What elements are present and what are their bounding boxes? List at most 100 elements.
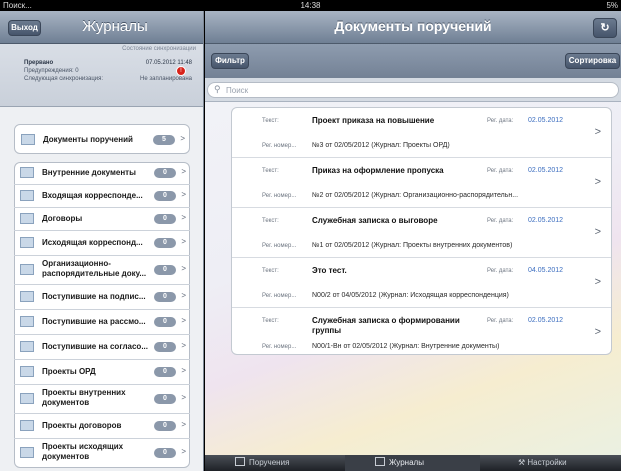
chevron-right-icon: >	[181, 316, 186, 325]
chevron-right-icon: >	[181, 291, 186, 300]
sidebar-item-journal[interactable]: Договоры 0 >	[14, 208, 190, 230]
journals-title: Журналы	[82, 18, 148, 35]
tools-icon: ⚒	[518, 458, 528, 467]
document-title: Служебная записка о выговоре	[312, 216, 438, 225]
text-key: Текст:	[262, 118, 279, 124]
document-title: Приказ на оформление пропуска	[312, 166, 444, 175]
sidebar-item-journal[interactable]: Проекты ОРД 0 >	[14, 360, 190, 384]
sidebar-item-label: Входящая корреспонде...	[42, 191, 143, 200]
tab-settings[interactable]: ⚒ Настройки	[486, 455, 621, 471]
sync-next-value: Не запланирована	[140, 76, 192, 82]
tab-assignments[interactable]: Поручения	[205, 455, 340, 471]
sidebar-item-label: Проекты договоров	[42, 421, 122, 430]
reg-number-key: Рег. номер...	[262, 193, 297, 199]
exit-button[interactable]: Выход	[8, 20, 41, 36]
count-badge: 0	[154, 448, 176, 458]
sidebar-item-label: Поступившие на рассмо...	[42, 317, 146, 326]
document-row[interactable]: Текст: Проект приказа на повышение Рег. …	[232, 108, 611, 158]
documents-panel: Документы поручений ↻ Фильтр Сортировка …	[205, 11, 621, 471]
reg-date-key: Рег. дата:	[487, 318, 514, 324]
search-bar: ⚲ Поиск	[205, 78, 621, 102]
book-icon	[375, 457, 385, 466]
reg-number-journal: N00/1-Вн от 02/05/2012 (Журнал: Внутренн…	[312, 343, 500, 350]
document-row[interactable]: Текст: Служебная записка о формировании …	[232, 308, 611, 354]
clock: 14:38	[300, 1, 321, 10]
reg-date: 02.05.2012	[528, 217, 564, 224]
refresh-button[interactable]: ↻	[593, 18, 617, 38]
app-screen: Поиск... 14:38 5% Выход Журналы Состояни…	[0, 0, 621, 471]
reg-number-key: Рег. номер...	[262, 293, 297, 299]
reg-date: 04.05.2012	[528, 267, 564, 274]
documents-navbar: Документы поручений ↻	[205, 11, 621, 44]
chevron-right-icon: >	[181, 366, 186, 375]
text-key: Текст:	[262, 318, 279, 324]
sidebar-item-label: Проекты ОРД	[42, 367, 96, 376]
count-badge: 0	[154, 238, 176, 248]
sidebar-item-label: Поступившие на согласо...	[42, 342, 148, 351]
sidebar-item-journal[interactable]: Поступившие на подпис... 0 >	[14, 285, 190, 309]
search-input[interactable]: ⚲ Поиск	[207, 82, 619, 98]
document-icon	[20, 291, 34, 302]
text-key: Текст:	[262, 168, 279, 174]
reg-date-key: Рег. дата:	[487, 168, 514, 174]
sidebar-item-journal[interactable]: Поступившие на рассмо... 0 >	[14, 310, 190, 334]
filter-button[interactable]: Фильтр	[211, 53, 249, 69]
sidebar-item-journal[interactable]: Входящая корреспонде... 0 >	[14, 185, 190, 207]
sidebar-item-journal[interactable]: Проекты исходящих документов 0 >	[14, 439, 190, 467]
sidebar-item-journal[interactable]: Проекты внутренних документов 0 >	[14, 385, 190, 413]
chevron-right-icon: >	[594, 276, 601, 288]
tab-bar: Поручения Журналы ⚒ Настройки	[205, 455, 621, 471]
chevron-right-icon: >	[181, 341, 186, 350]
count-badge: 0	[154, 317, 176, 327]
documents-list: Текст: Проект приказа на повышение Рег. …	[231, 107, 612, 355]
sidebar-item-journal[interactable]: Исходящая корреспонд... 0 >	[14, 231, 190, 255]
document-row[interactable]: Текст: Служебная записка о выговоре Рег.…	[232, 208, 611, 258]
chevron-right-icon: >	[594, 176, 601, 188]
chevron-right-icon: >	[181, 264, 186, 273]
search-icon: ⚲	[214, 84, 221, 94]
sidebar-item-journal[interactable]: Поступившие на согласо... 0 >	[14, 335, 190, 359]
document-row[interactable]: Текст: Приказ на оформление пропуска Рег…	[232, 158, 611, 208]
text-key: Текст:	[262, 218, 279, 224]
document-icon	[20, 447, 34, 458]
chevron-right-icon: >	[594, 226, 601, 238]
document-icon	[21, 134, 35, 145]
document-icon	[20, 316, 34, 327]
plus-document-icon	[235, 457, 245, 466]
documents-title: Документы поручений	[334, 18, 492, 34]
tab-label: Журналы	[389, 458, 424, 467]
sidebar-item-label: Проекты внутренних документов	[42, 388, 126, 407]
document-icon	[20, 237, 34, 248]
reg-number-journal: N00/2 от 04/05/2012 (Журнал: Исходящая к…	[312, 292, 509, 299]
sidebar-item-label: Документы поручений	[43, 135, 133, 144]
sidebar-item-label: Исходящая корреспонд...	[42, 238, 143, 247]
sidebar-item-label: Проекты исходящих документов	[42, 442, 124, 461]
sidebar-item-assignment-docs[interactable]: Документы поручений 5 >	[14, 124, 190, 154]
document-icon	[20, 190, 34, 201]
count-badge: 0	[154, 168, 176, 178]
sidebar-item-journal[interactable]: Организационно-распорядительные доку... 0…	[14, 256, 190, 284]
sidebar-item-journal[interactable]: Внутренние документы 0 >	[14, 162, 190, 184]
chevron-right-icon: >	[181, 167, 186, 176]
reg-number-key: Рег. номер...	[262, 344, 297, 350]
search-placeholder: Поиск	[226, 86, 249, 95]
chevron-right-icon: >	[181, 420, 186, 429]
reg-number-journal: №1 от 02/05/2012 (Журнал: Проекты внутре…	[312, 242, 513, 249]
refresh-icon: ↻	[600, 22, 610, 34]
sort-button[interactable]: Сортировка	[565, 53, 620, 69]
sidebar-item-journal[interactable]: Проекты договоров 0 >	[14, 414, 190, 438]
sync-header: Состояние синхронизации	[122, 46, 196, 52]
count-badge: 0	[154, 342, 176, 352]
sync-next-label: Следующая синхронизация:	[24, 76, 104, 82]
warning-badge: !	[176, 66, 186, 76]
count-badge: 5	[153, 135, 175, 145]
reg-number-journal: №3 от 02/05/2012 (Журнал: Проекты ОРД)	[312, 142, 450, 149]
tab-journals[interactable]: Журналы	[345, 455, 480, 471]
sync-date: 07.05.2012 11:48	[145, 60, 192, 66]
count-badge: 0	[154, 394, 176, 404]
reg-number-key: Рег. номер...	[262, 143, 297, 149]
reg-number-key: Рег. номер...	[262, 243, 297, 249]
document-icon	[20, 366, 34, 377]
document-row[interactable]: Текст: Это тест. Рег. дата: 04.05.2012 Р…	[232, 258, 611, 308]
chevron-right-icon: >	[594, 126, 601, 138]
